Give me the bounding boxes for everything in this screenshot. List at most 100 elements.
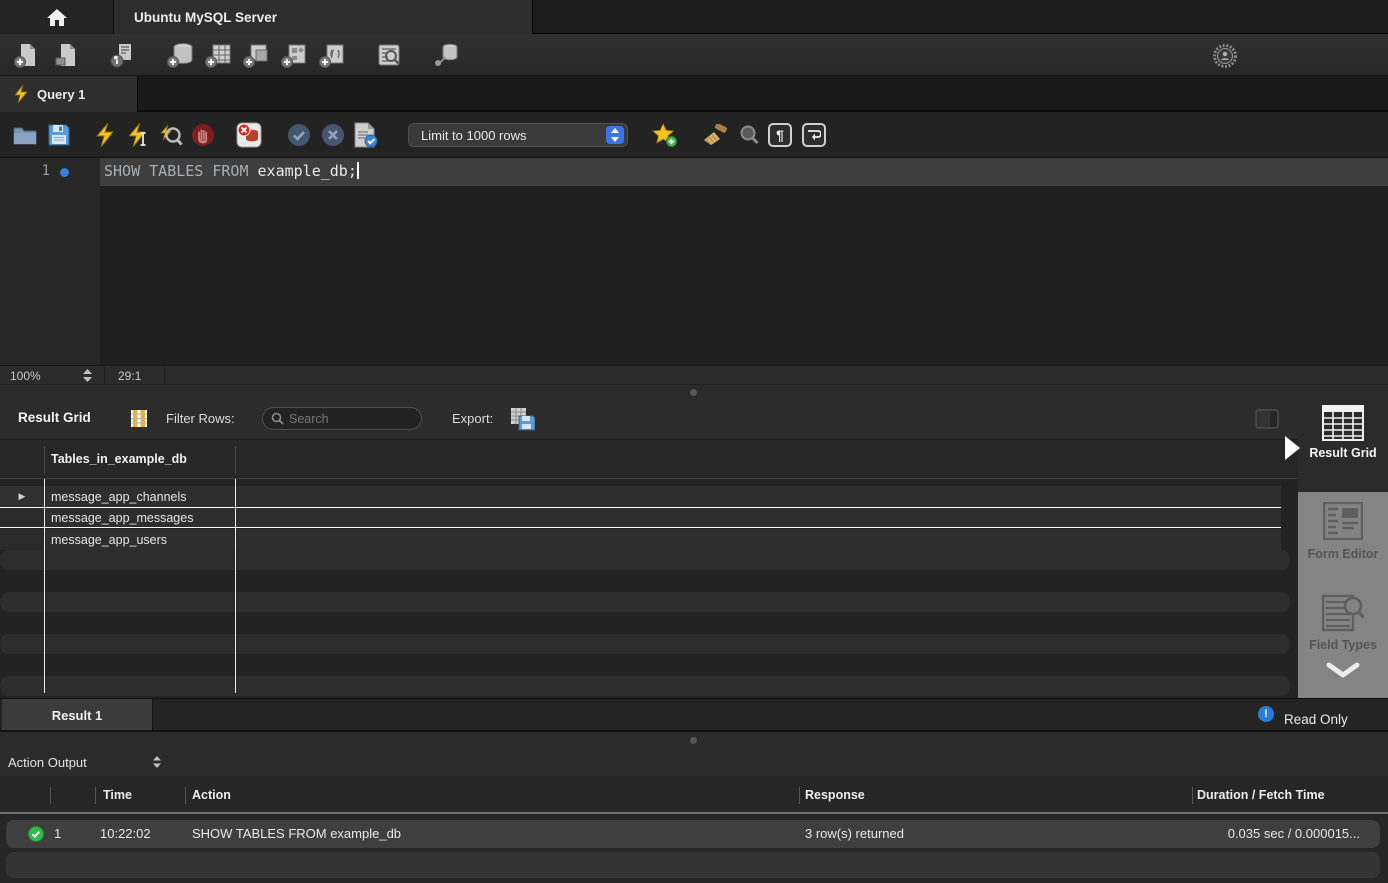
open-script-button[interactable] [52, 41, 82, 69]
rollback-button[interactable] [320, 123, 346, 147]
sql-keywords: SHOW TABLES FROM [104, 162, 249, 180]
row-marker-icon: ▶ [0, 486, 44, 507]
main-toolbar [0, 34, 1388, 76]
search-icon [271, 412, 284, 425]
side-panel-expand-button[interactable] [1298, 662, 1388, 680]
action-output-header: Action Output [0, 748, 1388, 776]
col-response: Response [805, 788, 865, 802]
query-toolbar: Limit to 1000 rows ¶ [0, 112, 1388, 158]
grid-gutter-line [44, 479, 45, 693]
read-only-badge-icon: ! [1258, 706, 1274, 722]
inspector-button[interactable] [108, 41, 138, 69]
text-caret [357, 162, 359, 179]
result-output-splitter[interactable] [0, 731, 1388, 748]
filter-rows-label: Filter Rows: [166, 411, 235, 426]
field-types-icon [1298, 593, 1388, 633]
result-tab-label: Result 1 [52, 708, 103, 723]
side-panel-result-grid[interactable]: Result Grid [1298, 398, 1388, 492]
connection-tab[interactable]: Ubuntu MySQL Server [114, 0, 533, 34]
limit-rows-dropdown[interactable]: Limit to 1000 rows [408, 123, 628, 147]
show-invisibles-button[interactable]: ¶ [768, 123, 792, 147]
enterprise-badge-icon[interactable] [1212, 43, 1238, 69]
side-panel-field-types[interactable]: Field Types [1298, 593, 1388, 652]
output-row-duration: 0.035 sec / 0.000015... [1228, 826, 1360, 841]
col-action: Action [192, 788, 231, 802]
search-table-data-button[interactable] [374, 41, 404, 69]
side-panel-form-editor[interactable]: Form Editor [1298, 502, 1388, 561]
caret-position: 29:1 [118, 369, 141, 383]
editor-result-splitter[interactable] [0, 384, 1388, 398]
toggle-autocommit-button[interactable] [352, 123, 378, 147]
wrap-text-button[interactable] [802, 123, 826, 147]
read-only-label: Read Only [1284, 712, 1348, 727]
result-grid-title: Result Grid [18, 410, 91, 425]
action-output-section: Action Output Time Action Response Durat… [0, 748, 1388, 883]
connection-tab-label: Ubuntu MySQL Server [134, 10, 277, 25]
toggle-stop-on-error-button[interactable] [236, 123, 262, 147]
grid-column-line [235, 479, 236, 693]
table-cell: message_app_messages [44, 508, 193, 527]
explain-plan-button[interactable] [158, 123, 184, 147]
limit-rows-value: Limit to 1000 rows [421, 128, 527, 143]
active-panel-arrow-icon [1285, 436, 1300, 460]
stop-query-button[interactable] [190, 123, 216, 147]
execute-query-button[interactable] [92, 123, 118, 147]
grid-column-header[interactable]: Tables_in_example_db [0, 440, 1298, 479]
line-number: 1 [26, 163, 50, 179]
export-button[interactable] [510, 407, 535, 431]
result-side-panel: Result Grid Form Editor Field Types [1298, 398, 1388, 698]
output-row-response: 3 row(s) returned [805, 826, 904, 841]
find-button[interactable] [737, 123, 763, 147]
table-row-selected[interactable]: message_app_messages [0, 507, 1281, 528]
home-tab[interactable] [0, 0, 114, 34]
new-procedure-button[interactable] [280, 41, 310, 69]
output-row[interactable]: 1 10:22:02 SHOW TABLES FROM example_db 3… [6, 820, 1380, 848]
search-input[interactable] [289, 412, 399, 426]
beautify-script-button[interactable] [702, 123, 728, 147]
output-row-time: 10:22:02 [100, 826, 151, 841]
open-file-button[interactable] [12, 123, 38, 147]
table-cell: message_app_channels [44, 486, 187, 507]
table-row[interactable]: message_app_users [0, 529, 1281, 550]
table-row[interactable]: ▶ message_app_channels [0, 486, 1281, 507]
pilcrow-icon: ¶ [776, 127, 784, 143]
output-selector-stepper[interactable] [152, 756, 162, 768]
connection-tabbar: Ubuntu MySQL Server [0, 0, 1388, 34]
output-row-action: SHOW TABLES FROM example_db [192, 826, 401, 841]
result-grid-toolbar: Result Grid Filter Rows: Export: [0, 398, 1298, 440]
query-tab-label: Query 1 [37, 87, 85, 102]
success-icon [28, 826, 44, 842]
new-schema-button[interactable] [166, 41, 196, 69]
zoom-stepper[interactable] [82, 369, 93, 382]
query-tab[interactable]: Query 1 [0, 76, 138, 112]
commit-button[interactable] [286, 123, 312, 147]
home-icon [46, 8, 68, 27]
save-snippet-button[interactable] [652, 123, 678, 147]
new-query-tab-button[interactable] [12, 41, 42, 69]
execute-current-statement-button[interactable] [126, 123, 152, 147]
empty-row-stripe [0, 592, 1290, 612]
new-function-button[interactable] [318, 41, 348, 69]
bolt-icon [14, 85, 28, 103]
mysql-workbench-window: Ubuntu MySQL Server [0, 0, 1388, 883]
new-table-button[interactable] [204, 41, 234, 69]
result-tab[interactable]: Result 1 [2, 699, 153, 731]
new-view-button[interactable] [242, 41, 272, 69]
empty-row-stripe [0, 634, 1290, 654]
sql-code-line: SHOW TABLES FROM example_db; [104, 162, 359, 180]
export-label: Export: [452, 411, 493, 426]
side-panel-field-types-label: Field Types [1298, 638, 1388, 652]
result-tabbar: Result 1 ! Read Only [0, 698, 1388, 731]
side-panel-result-grid-label: Result Grid [1298, 446, 1388, 460]
save-script-button[interactable] [46, 123, 72, 147]
wrap-text-icon [807, 129, 821, 141]
result-grid-area: Tables_in_example_db ▶ message_app_chann… [0, 440, 1298, 698]
reconnect-dbms-button[interactable] [432, 41, 462, 69]
collapse-side-panel-button[interactable] [1255, 409, 1279, 429]
editor-statusbar: 100% 29:1 [0, 365, 1388, 384]
filter-search-box[interactable] [262, 407, 422, 430]
form-editor-icon [1298, 502, 1388, 540]
sql-editor[interactable]: 1 SHOW TABLES FROM example_db; [0, 158, 1388, 365]
table-cell: message_app_users [44, 529, 167, 550]
grid-options-icon[interactable] [130, 409, 148, 428]
